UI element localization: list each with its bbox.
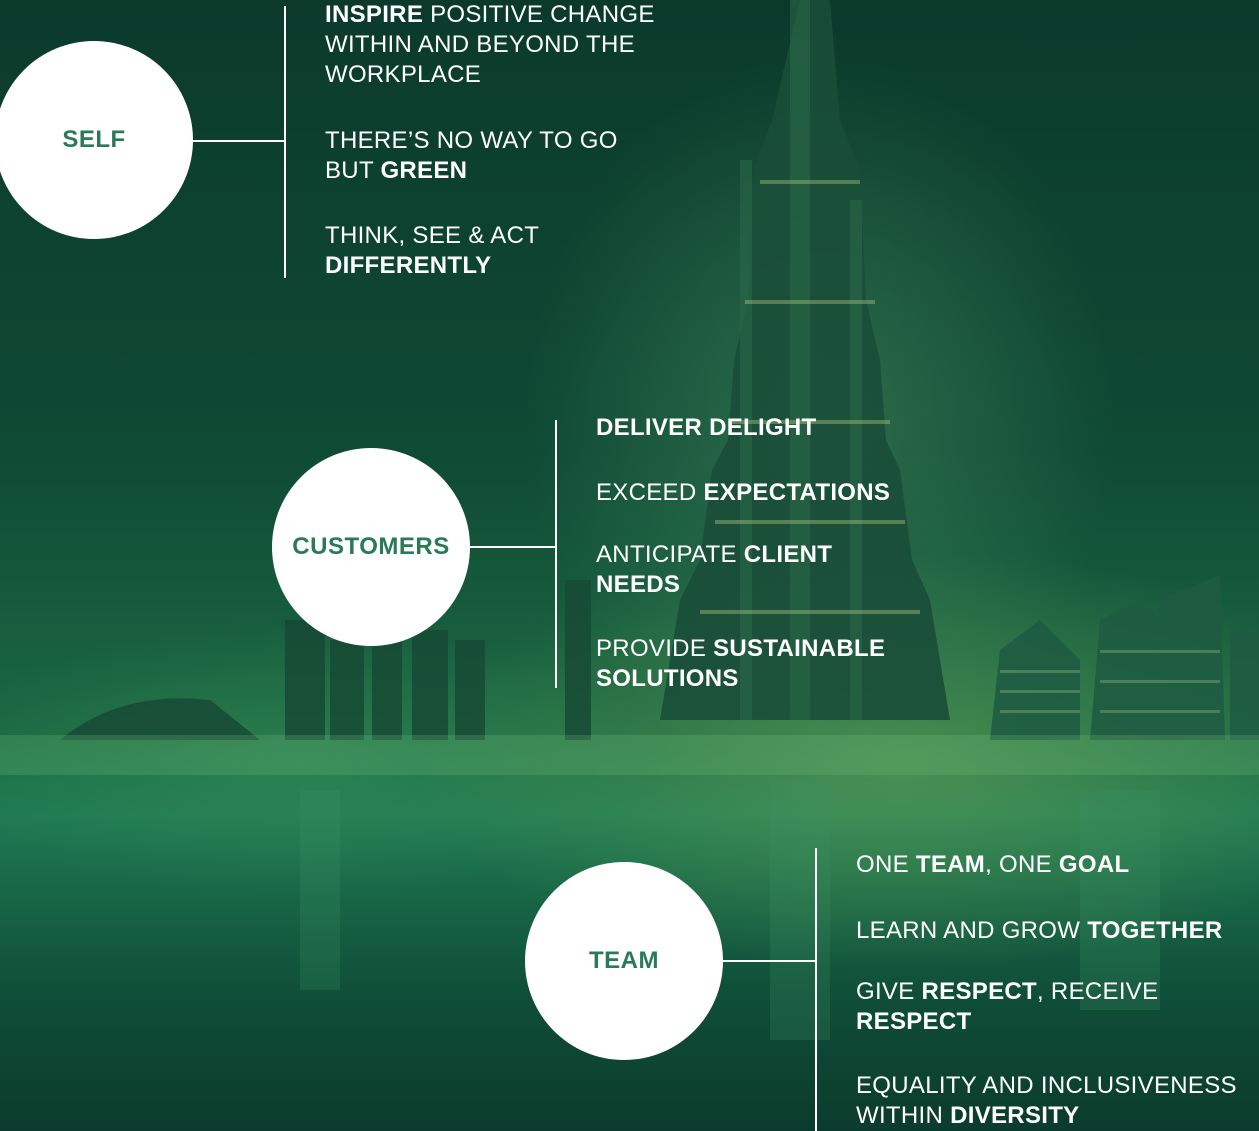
item-segment: , RECEIVE bbox=[1037, 978, 1159, 1005]
customers-item-1: DELIVER DELIGHT bbox=[596, 413, 936, 443]
customers-item-3: ANTICIPATE CLIENT NEEDS bbox=[596, 540, 896, 600]
team-circle: TEAM bbox=[525, 862, 723, 1060]
self-item-3: THINK, SEE & ACT DIFFERENTLY bbox=[325, 221, 625, 281]
team-bracket bbox=[815, 848, 817, 1131]
item-segment: GREEN bbox=[380, 157, 468, 184]
item-segment: ANTICIPATE bbox=[596, 541, 744, 568]
item-segment: PROVIDE bbox=[596, 635, 714, 662]
item-segment: DELIVER DELIGHT bbox=[596, 414, 817, 441]
customers-circle: CUSTOMERS bbox=[272, 448, 470, 646]
self-item-2: THERE’S NO WAY TO GO BUT GREEN bbox=[325, 126, 665, 186]
item-segment: ONE bbox=[856, 851, 916, 878]
self-title: SELF bbox=[62, 126, 126, 153]
customers-item-2: EXCEED EXPECTATIONS bbox=[596, 478, 936, 508]
team-connector bbox=[721, 960, 817, 962]
item-segment: TEAM bbox=[915, 851, 986, 878]
customers-title: CUSTOMERS bbox=[292, 533, 450, 560]
self-circle: SELF bbox=[0, 41, 193, 239]
team-item-4: EQUALITY AND INCLUSIVENESS WITHIN DIVERS… bbox=[856, 1071, 1258, 1131]
team-item-2: LEARN AND GROW TOGETHER bbox=[856, 916, 1256, 946]
customers-bracket bbox=[555, 420, 557, 688]
item-segment: EXPECTATIONS bbox=[703, 479, 891, 506]
item-segment: GOAL bbox=[1058, 851, 1130, 878]
item-segment: RESPECT bbox=[921, 978, 1037, 1005]
item-segment: EXCEED bbox=[596, 479, 704, 506]
self-connector bbox=[192, 140, 286, 142]
team-item-3: GIVE RESPECT, RECEIVE RESPECT bbox=[856, 977, 1196, 1037]
item-segment: THINK, SEE & ACT bbox=[325, 222, 539, 249]
item-segment: , ONE bbox=[985, 851, 1059, 878]
item-segment: TOGETHER bbox=[1087, 917, 1223, 944]
self-item-1: INSPIRE POSITIVE CHANGE WITHIN AND BEYON… bbox=[325, 0, 685, 90]
item-segment: THERE’S NO WAY TO GO BUT bbox=[325, 127, 618, 184]
item-segment: RESPECT bbox=[856, 1008, 972, 1035]
self-bracket bbox=[284, 6, 286, 278]
item-segment: DIVERSITY bbox=[950, 1102, 1080, 1129]
customers-item-4: PROVIDE SUSTAINABLE SOLUTIONS bbox=[596, 634, 926, 694]
item-segment: DIFFERENTLY bbox=[325, 252, 492, 279]
item-segment: INSPIRE bbox=[325, 1, 424, 28]
team-title: TEAM bbox=[589, 947, 659, 974]
customers-connector bbox=[468, 546, 557, 548]
item-segment: GIVE bbox=[856, 978, 922, 1005]
team-item-1: ONE TEAM, ONE GOAL bbox=[856, 850, 1256, 880]
item-segment: LEARN AND GROW bbox=[856, 917, 1088, 944]
